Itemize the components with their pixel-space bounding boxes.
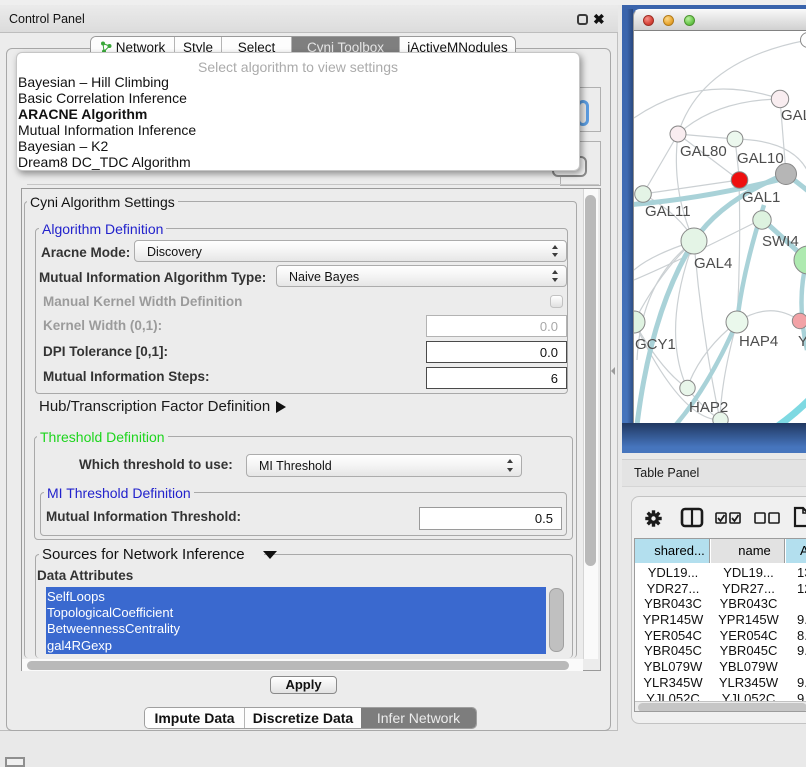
svg-text:HAP4: HAP4 [739, 333, 778, 350]
svg-text:Y: Y [798, 333, 806, 350]
svg-text:GCY1: GCY1 [635, 336, 676, 353]
svg-text:GAL80: GAL80 [680, 143, 727, 160]
svg-text:HAP2: HAP2 [689, 399, 728, 416]
svg-text:SWI4: SWI4 [762, 233, 799, 250]
svg-text:GAL1: GAL1 [742, 189, 780, 206]
svg-text:GAL: GAL [781, 107, 806, 124]
svg-text:GAL4: GAL4 [694, 255, 732, 272]
svg-text:GAL11: GAL11 [645, 203, 691, 220]
svg-text:GAL10: GAL10 [737, 150, 784, 167]
